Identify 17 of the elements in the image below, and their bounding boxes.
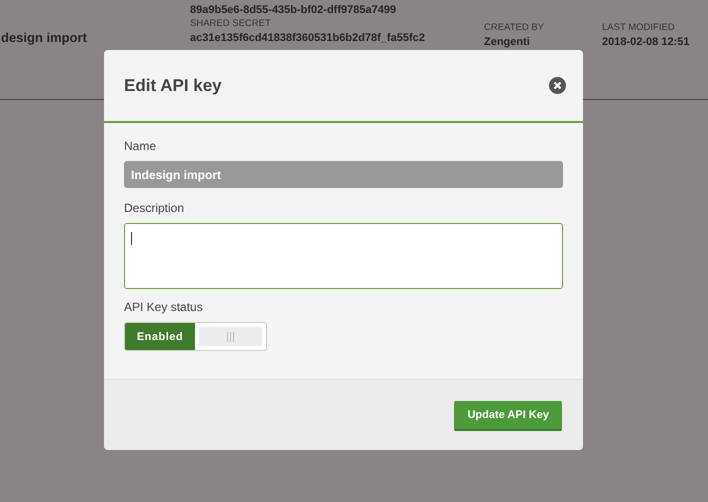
shared-secret: ac31e135f6cd41838f360531b6b2d78f_fa55fc2 <box>190 32 426 44</box>
column-label: SHARED SECRET <box>190 18 272 29</box>
key-name: design import <box>1 30 87 45</box>
created-by: Zengenti <box>484 36 531 48</box>
last-modified: 2018-02-08 12:51 <box>602 36 690 48</box>
description-field[interactable] <box>124 223 563 289</box>
column-label: CREATED BY <box>484 22 546 33</box>
column-label: LAST MODIFIED <box>602 22 676 33</box>
update-button[interactable]: Update API Key <box>454 401 562 429</box>
field-label: Description <box>124 201 186 215</box>
status-toggle[interactable]: Enabled <box>124 322 267 351</box>
field-label: Name <box>124 139 158 153</box>
field-label: API Key status <box>124 300 204 314</box>
name-field[interactable]: Indesign import <box>124 161 563 188</box>
dialog-title: Edit API key <box>124 76 222 96</box>
api-key-id: 89a9b5e6-8d55-435b-bf02-dff9785a7499 <box>190 4 398 16</box>
close-icon[interactable] <box>549 77 566 94</box>
